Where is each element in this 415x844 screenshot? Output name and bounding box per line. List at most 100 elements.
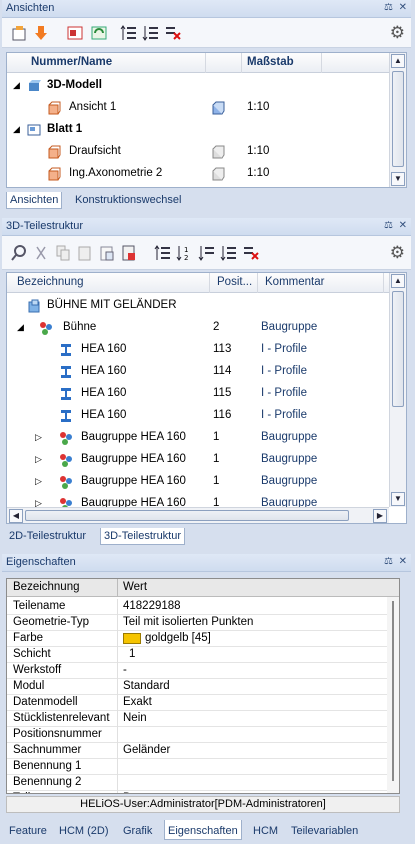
close-icon[interactable]: ✕ xyxy=(399,220,407,231)
tree-row-draufsicht[interactable]: Draufsicht 1:10 xyxy=(7,141,406,163)
pin-icon[interactable]: ⚖ xyxy=(384,220,393,231)
ansichten-scrollbar[interactable]: ▲ ▼ xyxy=(389,53,406,187)
sort-down-icon[interactable] xyxy=(198,244,216,262)
scroll-left-icon[interactable]: ◀ xyxy=(9,509,23,523)
sort-up-icon[interactable] xyxy=(154,244,172,262)
paste-icon[interactable] xyxy=(76,244,94,262)
close-icon[interactable]: ✕ xyxy=(399,2,407,13)
gear-icon[interactable]: ⚙ xyxy=(390,23,405,43)
tab-ansichten[interactable]: Ansichten xyxy=(6,192,63,209)
property-row[interactable]: Positionsnummer xyxy=(7,727,389,743)
property-row[interactable]: Benennung 1 xyxy=(7,759,389,775)
close-icon[interactable]: ✕ xyxy=(399,556,407,567)
property-value[interactable]: - xyxy=(123,664,127,676)
tree-row-buehne[interactable]: ◢ Bühne 2 Baugruppe xyxy=(7,317,406,339)
expand-arrow-icon[interactable]: ▷ xyxy=(35,454,42,465)
tree-row-ing-axonometrie[interactable]: Ing.Axonometrie 2 1:10 xyxy=(7,163,406,185)
refresh-icon[interactable] xyxy=(90,24,108,42)
property-value[interactable]: Standard xyxy=(123,680,170,692)
tree-row-3d-modell[interactable]: ◢ 3D-Modell xyxy=(7,75,406,97)
tree-row-buehne-mit-gelaender[interactable]: BÜHNE MIT GELÄNDER xyxy=(7,295,406,317)
sort-12-icon[interactable]: 12 xyxy=(176,244,194,262)
tab-konstruktionswechsel[interactable]: Konstruktionswechsel xyxy=(72,192,184,208)
struktur-vscrollbar[interactable]: ▲ ▼ xyxy=(389,273,406,507)
collapse-arrow-icon[interactable]: ◢ xyxy=(13,80,20,91)
scroll-up-icon[interactable]: ▲ xyxy=(391,54,405,68)
paste-special-icon[interactable] xyxy=(98,244,116,262)
property-value[interactable]: Teil mit isolierten Punkten xyxy=(123,616,253,628)
tree-row-blatt-1[interactable]: ◢ Blatt 1 xyxy=(7,119,406,141)
property-row[interactable]: Schicht 1 xyxy=(7,647,389,663)
property-row[interactable]: Teilart B xyxy=(7,791,389,793)
scroll-thumb[interactable] xyxy=(392,601,394,781)
pin-icon[interactable]: ⚖ xyxy=(384,2,393,13)
property-row[interactable]: Benennung 2 xyxy=(7,775,389,791)
arrow-down-icon[interactable] xyxy=(32,24,50,42)
collapse-arrow-icon[interactable]: ◢ xyxy=(17,322,24,333)
tree-row-baugruppe-hea-160[interactable]: ▷ Baugruppe HEA 160 1 Baugruppe xyxy=(7,449,406,471)
tab-grafik[interactable]: Grafik xyxy=(120,823,155,839)
expand-arrow-icon[interactable]: ▷ xyxy=(35,476,42,487)
col-bezeichnung[interactable]: Bezeichnung xyxy=(17,276,84,288)
col-bezeichnung[interactable]: Bezeichnung xyxy=(13,581,80,593)
tree-row-hea-160-115[interactable]: HEA 160 115 I - Profile xyxy=(7,383,406,405)
col-kommentar[interactable]: Kommentar xyxy=(265,276,324,288)
scroll-thumb[interactable] xyxy=(392,71,404,167)
copy-icon[interactable] xyxy=(54,244,72,262)
property-row[interactable]: Farbe goldgelb [45] xyxy=(7,631,389,647)
property-value[interactable]: 418229188 xyxy=(123,600,181,612)
image-view-icon[interactable] xyxy=(66,24,84,42)
scroll-up-icon[interactable]: ▲ xyxy=(391,274,405,288)
delete-filter-icon[interactable] xyxy=(164,24,182,42)
property-value[interactable]: 1 xyxy=(129,648,135,660)
property-row[interactable]: Stücklistenrelevant Nein xyxy=(7,711,389,727)
tab-3d-teilestruktur[interactable]: 3D-Teilestruktur xyxy=(100,528,186,545)
expand-arrow-icon[interactable]: ▷ xyxy=(35,432,42,443)
sort-up-icon[interactable] xyxy=(120,24,138,42)
property-value[interactable]: B xyxy=(123,792,131,793)
property-row[interactable]: Modul Standard xyxy=(7,679,389,695)
tab-hcm-2d[interactable]: HCM (2D) xyxy=(56,823,112,839)
col-nummer-name[interactable]: Nummer/Name xyxy=(31,56,112,68)
tree-row-hea-160-113[interactable]: HEA 160 113 I - Profile xyxy=(7,339,406,361)
tree-row-hea-160-116[interactable]: HEA 160 116 I - Profile xyxy=(7,405,406,427)
property-value[interactable]: Nein xyxy=(123,712,147,724)
cut-icon[interactable] xyxy=(32,244,50,262)
scroll-right-icon[interactable]: ▶ xyxy=(373,509,387,523)
col-wert[interactable]: Wert xyxy=(123,581,147,593)
tab-feature[interactable]: Feature xyxy=(6,823,50,839)
tree-row-ansicht-1[interactable]: Ansicht 1 1:10 xyxy=(7,97,406,119)
tree-row-hea-160-114[interactable]: HEA 160 114 I - Profile xyxy=(7,361,406,383)
tree-row-baugruppe-hea-160[interactable]: ▷ Baugruppe HEA 160 1 Baugruppe xyxy=(7,427,406,449)
search-icon[interactable] xyxy=(10,244,28,262)
sort-level-icon[interactable] xyxy=(220,244,238,262)
tab-eigenschaften[interactable]: Eigenschaften xyxy=(164,820,242,840)
property-value[interactable]: Exakt xyxy=(123,696,152,708)
col-massstab[interactable]: Maßstab xyxy=(247,56,294,68)
tree-row-baugruppe-hea-160[interactable]: ▷ Baugruppe HEA 160 1 Baugruppe xyxy=(7,471,406,493)
properties-scrollbar[interactable] xyxy=(387,597,399,793)
paste-part-icon[interactable] xyxy=(120,244,138,262)
tab-hcm[interactable]: HCM xyxy=(250,823,281,839)
delete-filter-icon[interactable] xyxy=(242,244,260,262)
property-row[interactable]: Datenmodell Exakt xyxy=(7,695,389,711)
property-value[interactable]: goldgelb [45] xyxy=(145,632,211,644)
scroll-thumb[interactable] xyxy=(392,291,404,407)
property-row[interactable]: Teilename 418229188 xyxy=(7,599,389,615)
hscroll-thumb[interactable] xyxy=(25,510,349,521)
scroll-down-icon[interactable]: ▼ xyxy=(391,172,405,186)
tab-teilevariablen[interactable]: Teilevariablen xyxy=(288,823,361,839)
collapse-arrow-icon[interactable]: ◢ xyxy=(13,124,20,135)
property-row[interactable]: Geometrie-Typ Teil mit isolierten Punkten xyxy=(7,615,389,631)
struktur-hscrollbar[interactable]: ◀ ▶ xyxy=(7,507,389,523)
scroll-down-icon[interactable]: ▼ xyxy=(391,492,405,506)
property-row[interactable]: Werkstoff - xyxy=(7,663,389,679)
pin-icon[interactable]: ⚖ xyxy=(384,556,393,567)
property-value[interactable]: Geländer xyxy=(123,744,170,756)
property-row[interactable]: Sachnummer Geländer xyxy=(7,743,389,759)
sort-down-icon[interactable] xyxy=(142,24,160,42)
new-view-icon[interactable] xyxy=(10,24,28,42)
gear-icon[interactable]: ⚙ xyxy=(390,243,405,263)
tab-2d-teilestruktur[interactable]: 2D-Teilestruktur xyxy=(6,528,89,544)
col-position[interactable]: Posit... xyxy=(217,276,252,288)
